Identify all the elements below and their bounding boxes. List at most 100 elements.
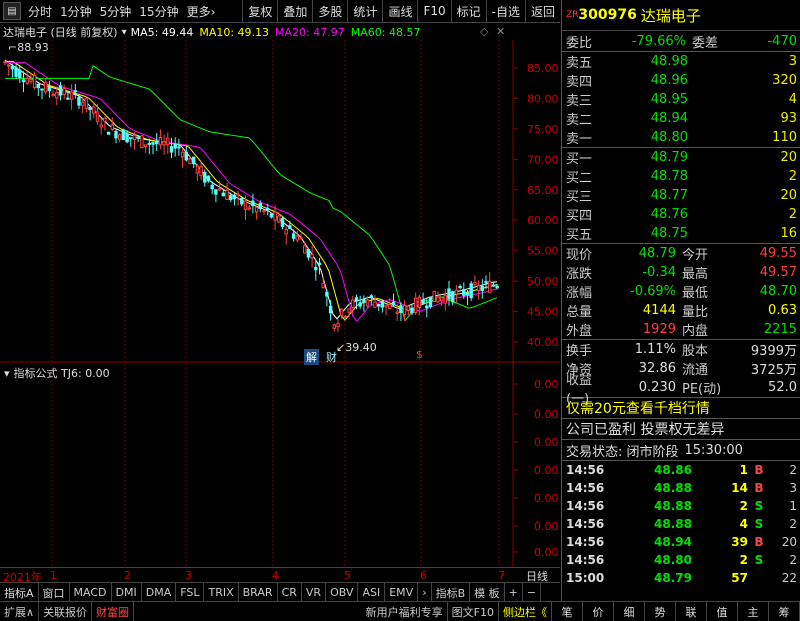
price-label: 55.00 [527,245,559,258]
level-label: 买一 [566,152,593,167]
bid-row[interactable]: 买三 48.77 20 [562,186,800,205]
candle-body [21,79,26,83]
tab-1min[interactable]: 1分钟 [56,3,96,20]
indicator-tab-8[interactable]: CR [278,583,302,602]
button-adjust[interactable]: 复权 [242,0,277,22]
quote-view-tab-0[interactable]: 笔 [552,602,583,621]
tick-count: 22 [781,571,797,585]
event-unlock-badge[interactable]: 解 [304,349,319,365]
stat-label: 总量 [566,305,593,320]
menu-icon[interactable]: ▤ [3,2,21,20]
candle-body [314,266,318,271]
event-finance-badge[interactable]: 财 [326,349,337,365]
level-price: 48.76 [650,207,688,222]
candle-body [136,136,140,139]
indicator-tab-7[interactable]: BRAR [239,583,278,602]
indicator-tab-11[interactable]: ASI [358,583,386,602]
button-f10[interactable]: F10 [417,0,450,22]
candle-body [391,301,396,306]
quote-view-tab-3[interactable]: 势 [645,602,676,621]
button-multi-stock[interactable]: 多股 [312,0,347,22]
expand-button[interactable]: 扩展∧ [0,602,40,621]
candle-body [436,296,440,303]
indicator-tab-12[interactable]: EMV [385,583,419,602]
candle-body [402,304,407,316]
tab-5min[interactable]: 5分钟 [96,3,136,20]
bid-row[interactable]: 买一 48.79 20 [562,148,800,167]
quote-view-tab-6[interactable]: 主 [738,602,769,621]
button-remove-watchlist[interactable]: -自选 [485,0,525,22]
candle-body [373,301,377,308]
tab-15min[interactable]: 15分钟 [135,3,182,20]
indicator-tab-17[interactable]: − [523,583,542,602]
indicator-tabs: 指标A 窗口 MACD DMI DMA FSL TRIX BRAR CR VR OBV ASI EMV ›… [0,582,560,602]
ask-row[interactable]: 卖二 48.94 93 [562,109,800,128]
ask-row[interactable]: 卖一 48.80 110 [562,128,800,147]
indicator-tab-10[interactable]: OBV [326,583,359,602]
quote-view-tab-4[interactable]: 联 [676,602,707,621]
close-icon[interactable]: ✕ [496,25,505,38]
indicator-tab-1[interactable]: 窗口 [39,583,70,602]
indicator-dropdown-icon[interactable]: ▾ [0,367,14,380]
indicator-tab-9[interactable]: VR [302,583,327,602]
kline-chart[interactable]: 85.00 80.00 75.00 70.00 65.00 60.00 55.00 50.00… [0,40,560,567]
indicator-tab-15[interactable]: 模 板 [470,583,505,602]
button-draw[interactable]: 画线 [382,0,417,22]
quote-view-tab-5[interactable]: 值 [707,602,738,621]
quote-stat-row: 换手 1.11% 股本 9399万 [562,340,800,359]
dropdown-icon[interactable]: ▾ [122,27,127,38]
month-label: 7 [498,569,505,582]
indicator-tab-4[interactable]: DMA [142,583,177,602]
candle-body [18,69,22,79]
indicator-tab-6[interactable]: TRIX [204,583,239,602]
indicator-tab-16[interactable]: + [505,583,523,602]
quote-view-tab-1[interactable]: 价 [583,602,614,621]
tick-time: 14:56 [566,553,605,567]
level-price: 48.75 [650,226,688,241]
indicator-tab-13[interactable]: › [418,583,432,602]
promo-banner[interactable]: 仅需20元查看千档行情 [562,398,800,418]
bid-row[interactable]: 买五 48.75 16 [562,224,800,243]
button-back[interactable]: 返回 [524,0,560,22]
f10-graphic-button[interactable]: 图文F10 [448,602,499,621]
level-price: 48.96 [650,73,688,88]
sidebar-toggle[interactable]: 侧边栏《 [499,602,552,621]
stat-label: 换手 [566,344,593,359]
candle-body [354,297,359,302]
tick-row: 14:56 48.86 1 B 2 [562,461,800,479]
indicator-label: 0.00 [534,546,559,559]
tab-more[interactable]: 更多› [183,3,220,20]
button-stats[interactable]: 统计 [347,0,382,22]
ask-row[interactable]: 卖四 48.96 320 [562,71,800,90]
tick-row: 14:56 48.88 2 S 1 [562,497,800,515]
tab-intraday[interactable]: 分时 [24,3,56,20]
candle-body [410,307,414,314]
wealth-circle-button[interactable]: 财富圈 [92,602,135,621]
ask-row[interactable]: 卖五 48.98 3 [562,52,800,71]
candle-body [462,289,466,296]
candle-body [273,211,277,221]
indicator-tab-14[interactable]: 指标B [432,583,471,602]
quote-view-tab-7[interactable]: 筹 [769,602,800,621]
candle-body [240,197,244,205]
candle-body [188,158,192,165]
event-dollar-badge[interactable]: $ [416,348,423,361]
indicator-tab-0[interactable]: 指标A [0,583,39,602]
ask-row[interactable]: 卖三 48.95 4 [562,90,800,109]
button-mark[interactable]: 标记 [450,0,486,22]
indicator-tab-5[interactable]: FSL [176,583,205,602]
diamond-icon[interactable]: ◇ [480,25,488,38]
bid-row[interactable]: 买二 48.78 2 [562,167,800,186]
button-overlay[interactable]: 叠加 [277,0,312,22]
indicator-tab-2[interactable]: MACD [70,583,112,602]
tick-side: S [754,553,764,567]
new-user-promo[interactable]: 新用户福利专享 [362,602,448,621]
quote-view-tab-2[interactable]: 细 [614,602,645,621]
candle-body [66,97,70,100]
level-price: 48.77 [650,188,688,203]
bid-row[interactable]: 买四 48.76 2 [562,205,800,224]
price-label: 60.00 [527,214,559,227]
related-quotes-button[interactable]: 关联报价 [39,602,93,621]
stat-label: 内盘 [682,324,709,339]
indicator-tab-3[interactable]: DMI [112,583,142,602]
